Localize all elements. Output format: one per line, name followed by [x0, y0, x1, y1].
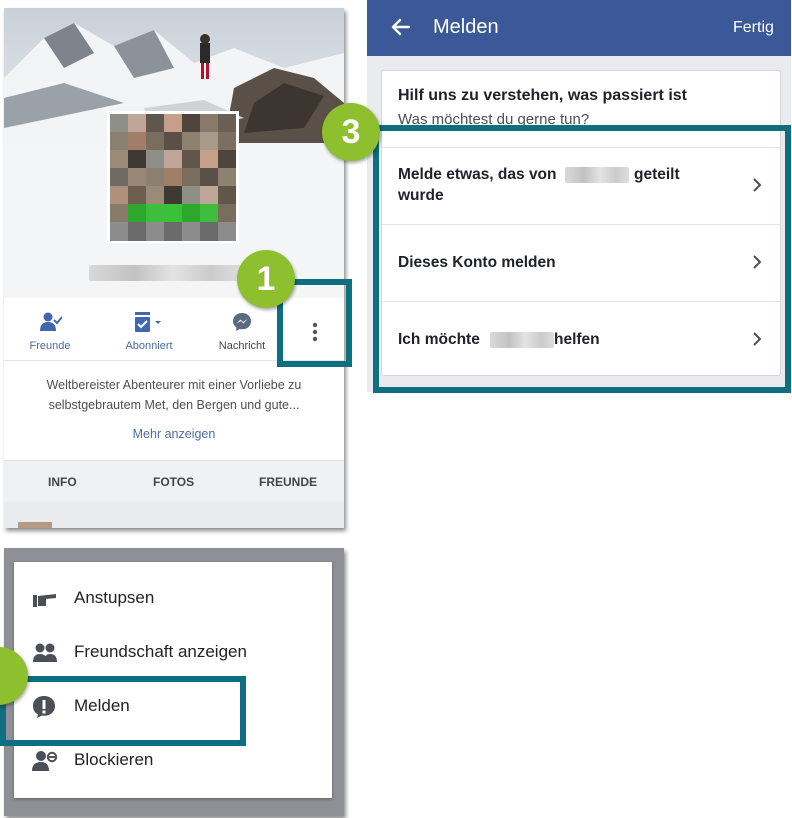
back-button[interactable] [389, 14, 415, 40]
poke-hand-icon [32, 587, 58, 611]
tab-photos[interactable]: FOTOS [153, 475, 194, 489]
message-label: Nachricht [218, 340, 266, 352]
avatar-pixel [128, 168, 146, 187]
avatar-pixel [146, 186, 164, 205]
avatar-pixel [146, 204, 164, 223]
menu-item-poke[interactable]: Anstupsen [14, 572, 332, 626]
avatar-pixel [218, 150, 236, 169]
avatar-pixel [200, 132, 218, 151]
friend-check-icon [40, 312, 63, 337]
avatar-pixel [182, 204, 200, 223]
menu-item-block-label: Blockieren [74, 750, 154, 769]
profile-tabs: INFO FOTOS FREUNDE [4, 460, 344, 503]
avatar-pixel [164, 186, 182, 205]
avatar-pixel [218, 168, 236, 187]
avatar-pixel [146, 168, 164, 187]
avatar-pixel [128, 204, 146, 223]
avatar-pixel [200, 168, 218, 187]
done-button[interactable]: Fertig [733, 19, 774, 37]
avatar-pixel [110, 114, 128, 133]
report-header-bar: Melden Fertig [367, 0, 791, 56]
feed-area [4, 502, 344, 528]
step-badge-1: 1 [237, 250, 295, 308]
avatar-pixel [164, 114, 182, 133]
avatar-pixel [200, 186, 218, 205]
subscribed-button[interactable]: Abonniert [112, 298, 186, 360]
post-thumbnail [18, 522, 52, 528]
avatar-pixel [146, 132, 164, 151]
arrow-left-icon [391, 18, 411, 36]
avatar-pixel [200, 222, 218, 241]
friends-button[interactable]: Freunde [18, 298, 82, 360]
avatar-pixel [110, 204, 128, 223]
report-title: Melden [433, 16, 499, 38]
avatar-pixel [200, 150, 218, 169]
avatar-pixel [128, 132, 146, 151]
avatar-pixel [182, 150, 200, 169]
avatar-pixel [182, 222, 200, 241]
avatar-pixel [182, 132, 200, 151]
avatar-pixel [182, 168, 200, 187]
show-more-link[interactable]: Mehr anzeigen [4, 427, 344, 441]
avatar-pixel [128, 114, 146, 133]
tab-info[interactable]: INFO [48, 475, 77, 489]
profile-avatar[interactable] [107, 111, 239, 243]
avatar-pixel [110, 168, 128, 187]
block-user-icon [32, 749, 58, 773]
subscribe-icon [134, 312, 164, 337]
subscribed-label: Abonniert [125, 340, 173, 352]
avatar-pixel [146, 150, 164, 169]
avatar-pixel [164, 150, 182, 169]
avatar-pixel [164, 168, 182, 187]
step-badge-3: 3 [322, 103, 380, 161]
avatar-pixel [146, 222, 164, 241]
avatar-pixel [164, 222, 182, 241]
avatar-pixel [164, 132, 182, 151]
avatar-pixel [218, 222, 236, 241]
friends-label: Freunde [29, 340, 71, 352]
profile-bio-section: Weltbereister Abenteurer mit einer Vorli… [4, 360, 344, 461]
avatar-pixel [200, 204, 218, 223]
avatar-pixel [218, 132, 236, 151]
highlight-report-menu-item [0, 676, 246, 746]
avatar-pixel [200, 114, 218, 133]
two-people-icon [32, 641, 58, 665]
messenger-icon [232, 312, 252, 337]
tab-friends[interactable]: FREUNDE [259, 475, 317, 489]
avatar-pixel [218, 114, 236, 133]
avatar-pixel [182, 186, 200, 205]
menu-item-poke-label: Anstupsen [74, 588, 155, 607]
avatar-pixel [146, 114, 164, 133]
bio-text: Weltbereister Abenteurer mit einer Vorli… [46, 378, 302, 412]
avatar-pixel [182, 114, 200, 133]
avatar-pixel [218, 204, 236, 223]
avatar-pixel [128, 222, 146, 241]
avatar-pixel [164, 204, 182, 223]
avatar-pixel [128, 186, 146, 205]
avatar-pixel [110, 186, 128, 205]
avatar-pixel [110, 132, 128, 151]
avatar-pixel [218, 186, 236, 205]
avatar-pixel [110, 150, 128, 169]
menu-item-view-friendship[interactable]: Freundschaft anzeigen [14, 626, 332, 680]
highlight-report-options [373, 125, 791, 393]
profile-name-blurred [89, 262, 241, 284]
avatar-pixel [110, 222, 128, 241]
report-heading: Hilf uns zu verstehen, was passiert ist [398, 87, 687, 104]
menu-item-view-friendship-label: Freundschaft anzeigen [74, 642, 247, 661]
avatar-pixel [128, 150, 146, 169]
